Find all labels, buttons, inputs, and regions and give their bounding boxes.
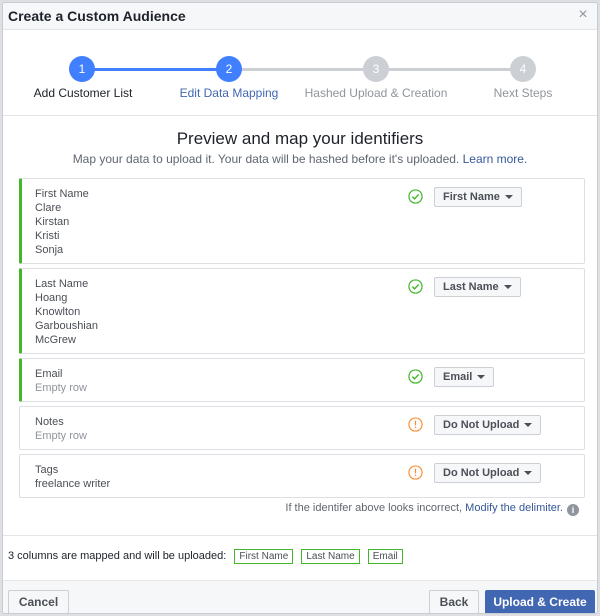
- check-circle-icon: [408, 369, 423, 384]
- learn-more-link[interactable]: Learn more.: [463, 152, 528, 166]
- sample-value: Sonja: [35, 244, 64, 256]
- mapping-row-last-name: Last Name Hoang Knowlton Garboushian McG…: [19, 268, 585, 354]
- column-header: Last Name: [35, 278, 89, 290]
- mapping-row-tags: Tags freelance writer Do Not Upload: [19, 454, 585, 498]
- chevron-down-icon: [524, 471, 533, 476]
- mapping-dropdown-label: Do Not Upload: [443, 467, 520, 479]
- delimiter-note: If the identifer above looks incorrect, …: [285, 502, 579, 516]
- step-3-label: Hashed Upload & Creation: [304, 86, 448, 100]
- mapping-row-notes: Notes Empty row Do Not Upload: [19, 406, 585, 450]
- upload-and-create-button[interactable]: Upload & Create: [485, 590, 595, 613]
- mapping-dropdown-label: First Name: [443, 191, 500, 203]
- sample-value: Kirstan: [35, 216, 70, 228]
- dialog-footer: Cancel Back Upload & Create: [3, 580, 597, 613]
- mapped-chip: Email: [367, 549, 403, 564]
- check-circle-icon: [408, 189, 423, 204]
- divider: [3, 115, 597, 116]
- subtitle-text: Map your data to upload it. Your data wi…: [72, 152, 460, 166]
- check-circle-icon: [408, 279, 423, 294]
- cancel-button[interactable]: Cancel: [8, 590, 69, 613]
- column-header: Tags: [35, 464, 59, 476]
- sample-value: Kristi: [35, 230, 60, 242]
- close-icon[interactable]: ×: [575, 6, 591, 24]
- chevron-down-icon: [524, 423, 533, 428]
- create-audience-dialog: Create a Custom Audience × 1 2 3 4 Add C…: [2, 2, 598, 614]
- sample-value: Clare: [35, 202, 62, 214]
- mapping-dropdown[interactable]: Last Name: [434, 277, 521, 297]
- warning-icon: [408, 465, 423, 480]
- mapping-dropdown-label: Last Name: [443, 281, 499, 293]
- mapping-dropdown[interactable]: Do Not Upload: [434, 415, 542, 435]
- column-preview: Email Empty row: [35, 367, 87, 395]
- mapping-row-first-name: First Name Clare Kirstan Kristi Sonja Fi…: [19, 178, 585, 264]
- mapped-chip: Last Name: [301, 549, 360, 564]
- mapping-dropdown-label: Do Not Upload: [443, 419, 520, 431]
- progress-stepper: 1 2 3 4 Add Customer List Edit Data Mapp…: [3, 55, 597, 105]
- column-preview: First Name Clare Kirstan Kristi Sonja: [35, 187, 89, 257]
- chevron-down-icon: [477, 375, 486, 380]
- step-4-indicator: 4: [510, 56, 536, 82]
- step-connector: [376, 68, 523, 71]
- sample-value: Empty row: [35, 382, 87, 394]
- delimiter-note-text: If the identifer above looks incorrect,: [285, 502, 463, 514]
- sample-value: Empty row: [35, 430, 87, 442]
- mapping-dropdown-label: Email: [443, 371, 473, 383]
- summary-text: 3 columns are mapped and will be uploade…: [8, 550, 227, 562]
- dialog-title: Create a Custom Audience: [8, 8, 186, 24]
- mapped-chip: First Name: [234, 549, 294, 564]
- step-connector: [229, 68, 376, 71]
- step-1-indicator: 1: [69, 56, 95, 82]
- back-button[interactable]: Back: [429, 590, 479, 613]
- info-icon[interactable]: i: [567, 504, 579, 516]
- step-2-indicator: 2: [216, 56, 242, 82]
- step-2-label: Edit Data Mapping: [179, 86, 279, 100]
- chevron-down-icon: [504, 195, 513, 200]
- column-preview: Last Name Hoang Knowlton Garboushian McG…: [35, 277, 98, 347]
- mapping-row-email: Email Empty row Email: [19, 358, 585, 402]
- page-subtitle: Map your data to upload it. Your data wi…: [3, 152, 597, 166]
- step-4-label: Next Steps: [493, 86, 553, 100]
- column-header: Notes: [35, 416, 64, 428]
- chevron-down-icon: [503, 285, 512, 290]
- mapping-dropdown[interactable]: Email: [434, 367, 495, 387]
- divider: [3, 535, 597, 536]
- column-preview: Tags freelance writer: [35, 463, 110, 491]
- mapped-summary: 3 columns are mapped and will be uploade…: [8, 549, 403, 564]
- column-preview: Notes Empty row: [35, 415, 87, 443]
- step-3-indicator: 3: [363, 56, 389, 82]
- mapping-dropdown[interactable]: Do Not Upload: [434, 463, 542, 483]
- column-header: First Name: [35, 188, 89, 200]
- mapping-dropdown[interactable]: First Name: [434, 187, 522, 207]
- warning-icon: [408, 417, 423, 432]
- page-title: Preview and map your identifiers: [176, 129, 424, 148]
- sample-value: freelance writer: [35, 478, 111, 490]
- sample-value: McGrew: [35, 334, 76, 346]
- step-connector: [82, 68, 229, 71]
- column-header: Email: [35, 368, 63, 380]
- sample-value: Garboushian: [35, 320, 98, 332]
- modify-delimiter-link[interactable]: Modify the delimiter.: [465, 502, 563, 514]
- dialog-header: Create a Custom Audience ×: [3, 3, 597, 30]
- sample-value: Hoang: [35, 292, 68, 304]
- sample-value: Knowlton: [35, 306, 81, 318]
- step-1-label: Add Customer List: [33, 86, 133, 100]
